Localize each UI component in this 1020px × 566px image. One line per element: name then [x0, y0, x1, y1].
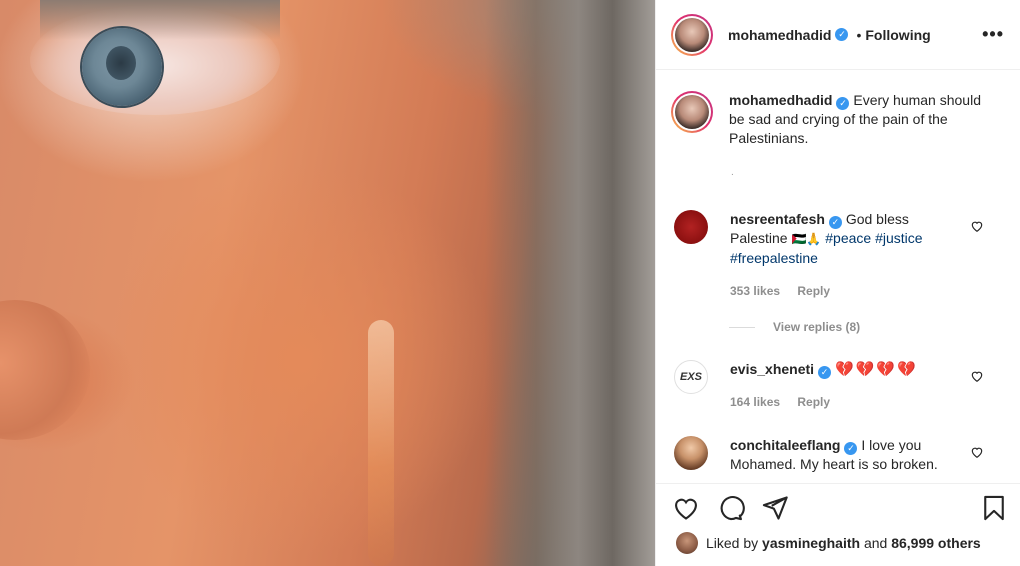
comment-likes[interactable]: 164 likes	[730, 395, 780, 409]
post-caption: mohamedhadid ✓ Every human should be sad …	[671, 91, 999, 178]
following-button[interactable]: Following	[865, 27, 930, 43]
comment-hearts: 💔💔💔💔	[834, 361, 918, 378]
caption-dot: .	[731, 167, 734, 178]
commenter-avatar[interactable]: EXS	[674, 360, 708, 394]
likes-and: and	[863, 535, 888, 551]
comment-like-icon[interactable]	[970, 219, 984, 233]
comments-list[interactable]: mohamedhadid ✓ Every human should be sad …	[656, 71, 1020, 483]
commenter-avatar-text: EXS	[679, 371, 702, 383]
verified-badge-icon: ✓	[828, 216, 842, 229]
comment-item: nesreentafesh ✓ God bless Palestine 🇵🇸🙏 #…	[674, 210, 1004, 301]
photo-pupil	[106, 46, 136, 80]
verified-badge-icon: ✓	[818, 366, 832, 379]
hashtag-link[interactable]: #peace	[825, 230, 871, 246]
post-photo[interactable]	[0, 0, 655, 566]
photo-tear	[368, 320, 394, 566]
post-header: mohamedhadid ✓ • Following •••	[656, 0, 1020, 70]
comment-username[interactable]: nesreentafesh	[730, 211, 825, 227]
share-icon[interactable]	[761, 494, 789, 522]
comment-item: EXS evis_xheneti ✓ 💔💔💔💔 164 likes Reply	[674, 360, 1004, 412]
likes-summary: Liked by yasmineghaith and 86,999 others	[676, 532, 981, 554]
photo-eyelid	[40, 0, 280, 40]
comment-icon[interactable]	[717, 494, 745, 522]
caption-avatar[interactable]	[671, 91, 713, 133]
reply-button[interactable]: Reply	[797, 284, 830, 298]
hashtag-link[interactable]: #justice	[875, 230, 922, 246]
liker-avatar[interactable]	[676, 532, 698, 554]
commenter-avatar[interactable]	[674, 210, 708, 244]
reply-button[interactable]: Reply	[797, 395, 830, 409]
header-user: mohamedhadid ✓ • Following	[728, 27, 931, 43]
heart-icon[interactable]	[672, 494, 700, 522]
caption-text-block: mohamedhadid ✓ Every human should be sad …	[729, 91, 999, 148]
comment-meta: 353 likes Reply	[730, 282, 970, 301]
comment-body: nesreentafesh ✓ God bless Palestine 🇵🇸🙏 #…	[730, 210, 970, 301]
likes-prefix: Liked by	[706, 535, 759, 551]
comment-like-icon[interactable]	[970, 445, 984, 459]
view-replies[interactable]: View replies (8)	[729, 320, 860, 334]
photo-hair	[485, 0, 655, 566]
comment-meta: 164 likes Reply	[730, 393, 970, 412]
comment-body: evis_xheneti ✓ 💔💔💔💔 164 likes Reply	[730, 360, 970, 412]
author-username[interactable]: mohamedhadid	[728, 27, 831, 43]
header-separator: •	[856, 26, 862, 43]
liker-username[interactable]: yasmineghaith	[762, 535, 860, 551]
verified-badge-icon: ✓	[844, 442, 858, 455]
caption-username[interactable]: mohamedhadid	[729, 92, 832, 108]
comment-username[interactable]: conchitaleeflang	[730, 437, 840, 453]
author-avatar[interactable]	[671, 13, 713, 56]
verified-badge-icon: ✓	[836, 97, 850, 110]
view-replies-label[interactable]: View replies (8)	[773, 320, 860, 334]
comment-body: conchitaleeflang ✓ I love you Mohamed. My…	[730, 436, 970, 474]
hashtag-link[interactable]: #freepalestine	[730, 250, 818, 266]
comment-item: conchitaleeflang ✓ I love you Mohamed. My…	[674, 436, 1004, 474]
comment-emoji: 🇵🇸🙏	[791, 232, 822, 246]
comment-like-icon[interactable]	[970, 369, 984, 383]
verified-badge-icon: ✓	[835, 28, 849, 41]
comment-likes[interactable]: 353 likes	[730, 284, 780, 298]
post-side-panel: mohamedhadid ✓ • Following ••• mohamedha…	[655, 0, 1020, 566]
post-actions	[656, 483, 1020, 533]
caption-avatar-image	[675, 95, 709, 129]
bookmark-icon[interactable]	[980, 494, 1008, 522]
author-avatar-image	[675, 17, 709, 52]
photo-nose-area	[0, 300, 90, 440]
more-options-icon[interactable]: •••	[982, 24, 1004, 45]
comment-username[interactable]: evis_xheneti	[730, 361, 814, 377]
likes-others-count[interactable]: 86,999 others	[891, 535, 981, 551]
view-replies-line	[729, 326, 755, 328]
commenter-avatar[interactable]	[674, 436, 708, 470]
